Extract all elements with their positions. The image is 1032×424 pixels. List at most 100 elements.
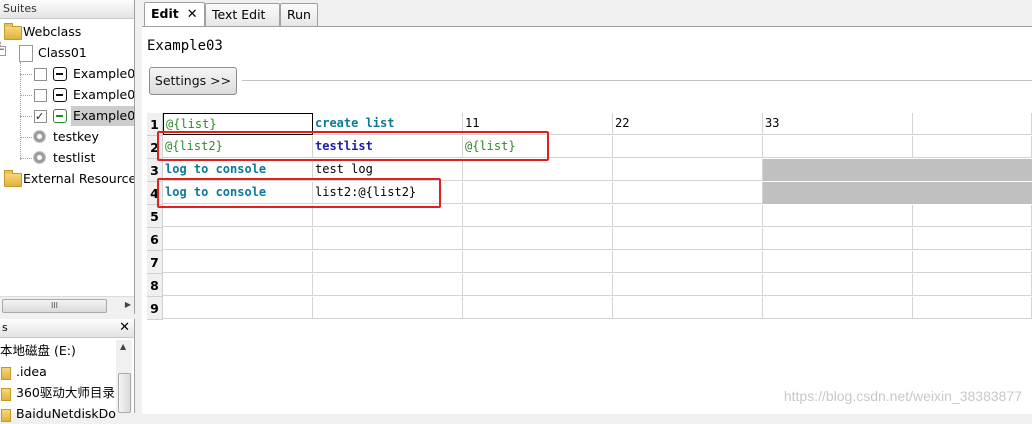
grid-cell[interactable] — [313, 251, 463, 273]
grid-cell[interactable] — [463, 251, 613, 273]
grid-row: 6 — [147, 228, 1032, 251]
folder-icon — [4, 23, 22, 40]
tree-item-external-resources[interactable]: External Resources — [0, 169, 134, 189]
settings-button[interactable]: Settings >> — [149, 67, 237, 95]
left-pane: Suites − Webclass Class01 Example01 Exam… — [0, 0, 137, 422]
highlight-box — [157, 131, 549, 161]
file-explorer-header: s ✕ — [0, 319, 134, 338]
grid-row: 5 — [147, 205, 1032, 228]
tree-item-testkey[interactable]: testkey — [0, 127, 134, 147]
grid-cell[interactable] — [613, 228, 763, 250]
close-icon[interactable]: ✕ — [187, 7, 198, 22]
grid-cell[interactable] — [763, 297, 913, 319]
grid-cell[interactable] — [463, 297, 613, 319]
tree-horizontal-scrollbar[interactable]: III ▶ — [0, 296, 134, 314]
edit-tab-content: Example03 Settings >> 1 @{list} create l… — [142, 26, 1032, 414]
row-number[interactable]: 9 — [147, 297, 163, 320]
example01-checkbox[interactable] — [34, 68, 47, 81]
file-icon — [19, 45, 33, 62]
folder-icon — [1, 409, 11, 422]
grid-cell[interactable] — [913, 274, 1032, 296]
tree-item-testlist[interactable]: testlist — [0, 148, 134, 168]
gear-icon — [33, 130, 46, 143]
grid-cell[interactable] — [913, 251, 1032, 273]
grid-cell[interactable] — [763, 228, 913, 250]
grid-row: 7 — [147, 251, 1032, 274]
divider — [242, 80, 1032, 81]
test-case-icon — [53, 88, 67, 102]
tree-item-example03[interactable]: Example03 — [0, 106, 134, 127]
row-number[interactable]: 6 — [147, 228, 163, 251]
grid-cell[interactable] — [313, 274, 463, 296]
scrollbar-thumb[interactable]: III — [2, 299, 107, 313]
grid-cell[interactable] — [463, 182, 613, 204]
grid-cell[interactable] — [163, 205, 313, 227]
tree-item-class01[interactable]: Class01 — [0, 43, 134, 63]
grid-cell[interactable] — [613, 251, 763, 273]
scroll-right-icon[interactable]: ▶ — [125, 300, 131, 309]
file-item[interactable]: BaiduNetdiskDo — [0, 403, 116, 424]
close-icon[interactable]: ✕ — [119, 319, 130, 337]
grid-cell[interactable] — [313, 297, 463, 319]
row-number[interactable]: 8 — [147, 274, 163, 297]
test-steps-grid: 1 @{list} create list 11 22 33 2 @{list2… — [147, 113, 1032, 320]
grid-cell[interactable] — [463, 228, 613, 250]
tab-edit[interactable]: Edit ✕ — [144, 2, 205, 27]
highlight-box — [157, 178, 441, 208]
grid-cell[interactable] — [613, 205, 763, 227]
grid-cell[interactable] — [613, 274, 763, 296]
test-case-title: Example03 — [147, 38, 223, 54]
row-number[interactable]: 5 — [147, 205, 163, 228]
grid-row: 8 — [147, 274, 1032, 297]
folder-icon — [1, 388, 11, 401]
grid-cell[interactable] — [763, 136, 913, 158]
grid-cell[interactable] — [913, 136, 1032, 158]
grid-cell[interactable] — [463, 159, 613, 181]
grid-cell[interactable] — [913, 113, 1032, 135]
grid-cell[interactable] — [163, 297, 313, 319]
grid-cell[interactable] — [613, 136, 763, 158]
file-explorer-panel: s ✕ 本地磁盘 (E:) .idea 360驱动大师目录 BaiduNetdi… — [0, 319, 135, 422]
scroll-up-icon[interactable]: ▲ — [120, 342, 126, 351]
grid-cell-disabled — [913, 182, 1032, 204]
grid-cell-disabled — [913, 159, 1032, 181]
grid-cell[interactable] — [613, 159, 763, 181]
grid-row: 9 — [147, 297, 1032, 320]
editor-pane: Edit ✕ Text Edit Run Example03 Settings >… — [140, 0, 1032, 414]
grid-cell-disabled — [763, 159, 913, 181]
tab-text-edit[interactable]: Text Edit — [205, 3, 280, 26]
grid-cell[interactable] — [763, 274, 913, 296]
grid-cell-disabled — [763, 182, 913, 204]
tree-item-example01[interactable]: Example01 — [0, 64, 134, 84]
grid-cell[interactable] — [313, 205, 463, 227]
row-number[interactable]: 7 — [147, 251, 163, 274]
test-case-icon — [53, 109, 67, 123]
watermark: https://blog.csdn.net/weixin_38383877 — [783, 388, 1022, 404]
grid-cell[interactable] — [913, 297, 1032, 319]
grid-cell[interactable] — [313, 228, 463, 250]
tab-run[interactable]: Run — [280, 3, 318, 26]
grid-cell[interactable] — [763, 251, 913, 273]
tree-item-webclass[interactable]: Webclass — [0, 22, 134, 42]
grid-cell[interactable] — [463, 274, 613, 296]
grid-cell[interactable] — [163, 228, 313, 250]
tree-item-example02[interactable]: Example02 — [0, 85, 134, 105]
grid-cell[interactable] — [163, 251, 313, 273]
gear-icon — [33, 151, 46, 164]
grid-cell[interactable]: 33 — [763, 113, 913, 135]
test-case-icon — [53, 67, 67, 81]
grid-cell[interactable] — [163, 274, 313, 296]
grid-cell[interactable] — [913, 205, 1032, 227]
grid-cell[interactable] — [463, 205, 613, 227]
folder-icon — [1, 367, 11, 380]
grid-cell[interactable] — [913, 228, 1032, 250]
grid-cell[interactable] — [613, 297, 763, 319]
grid-cell[interactable] — [613, 182, 763, 204]
test-suites-tree: Suites − Webclass Class01 Example01 Exam… — [0, 0, 135, 314]
example03-checkbox[interactable] — [34, 107, 47, 127]
file-explorer-vertical-scrollbar[interactable]: ▲ — [116, 340, 132, 413]
grid-cell[interactable]: 22 — [613, 113, 763, 135]
example02-checkbox[interactable] — [34, 89, 47, 102]
grid-cell[interactable] — [763, 205, 913, 227]
scrollbar-thumb[interactable] — [118, 373, 131, 413]
